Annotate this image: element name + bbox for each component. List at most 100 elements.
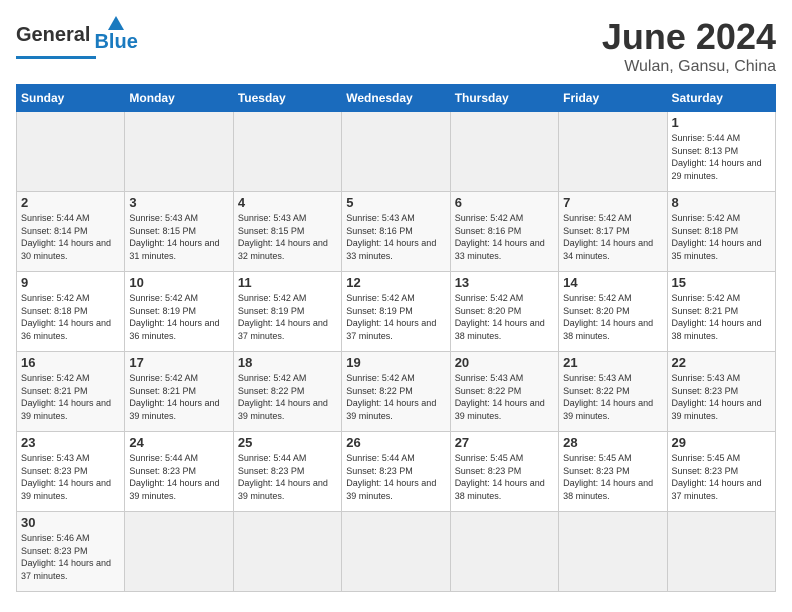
- day-info: Sunrise: 5:42 AMSunset: 8:21 PMDaylight:…: [672, 292, 771, 342]
- day-number: 20: [455, 355, 554, 370]
- day-info: Sunrise: 5:43 AMSunset: 8:22 PMDaylight:…: [455, 372, 554, 422]
- logo-general-text: General: [16, 24, 90, 47]
- weekday-header-saturday: Saturday: [667, 85, 775, 112]
- day-number: 21: [563, 355, 662, 370]
- calendar-cell: [17, 112, 125, 192]
- day-number: 19: [346, 355, 445, 370]
- logo: General Blue: [16, 16, 116, 59]
- calendar-week-6: 30Sunrise: 5:46 AMSunset: 8:23 PMDayligh…: [17, 512, 776, 592]
- day-info: Sunrise: 5:44 AMSunset: 8:23 PMDaylight:…: [129, 452, 228, 502]
- calendar-cell: 14 Sunrise: 5:42 AMSunset: 8:20 PMDayligh…: [559, 272, 667, 352]
- day-info: Sunrise: 5:42 AMSunset: 8:19 PMDaylight:…: [346, 292, 445, 342]
- day-info: Sunrise: 5:43 AMSunset: 8:22 PMDaylight:…: [563, 372, 662, 422]
- weekday-header-sunday: Sunday: [17, 85, 125, 112]
- calendar-cell: 3 Sunrise: 5:43 AMSunset: 8:15 PMDaylight…: [125, 192, 233, 272]
- calendar-cell: 16Sunrise: 5:42 AMSunset: 8:21 PMDayligh…: [17, 352, 125, 432]
- title-area: June 2024 Wulan, Gansu, China: [602, 16, 776, 76]
- day-number: 2: [21, 195, 120, 210]
- calendar-week-4: 16 Sunrise: 5:42 AMSunset: 8:21 PMDayligh…: [17, 352, 776, 432]
- calendar-cell: 15 Sunrise: 5:42 AMSunset: 8:21 PMDayligh…: [667, 272, 775, 352]
- day-info: Sunrise: 5:42 AMSunset: 8:20 PMDaylight:…: [455, 292, 554, 342]
- calendar-cell: [342, 112, 450, 192]
- day-number: 29: [672, 435, 771, 450]
- calendar-cell: 21 Sunrise: 5:43 AMSunset: 8:22 PMDayligh…: [559, 352, 667, 432]
- day-number: 4: [238, 195, 337, 210]
- calendar-cell: [667, 512, 775, 592]
- day-number: 3: [129, 195, 228, 210]
- calendar-cell: 12 Sunrise: 5:42 AMSunset: 8:19 PMDayligh…: [342, 272, 450, 352]
- day-info: Sunrise: 5:42 AMSunset: 8:20 PMDaylight:…: [563, 292, 662, 342]
- weekday-header-thursday: Thursday: [450, 85, 558, 112]
- calendar-cell: 29 Sunrise: 5:45 AMSunset: 8:23 PMDayligh…: [667, 432, 775, 512]
- day-number: 16: [21, 355, 120, 370]
- day-info: Sunrise: 5:42 AMSunset: 8:21 PMDaylight:…: [129, 372, 228, 422]
- calendar-cell: [125, 512, 233, 592]
- calendar-cell: [450, 112, 558, 192]
- calendar-cell: 22Sunrise: 5:43 AMSunset: 8:23 PMDayligh…: [667, 352, 775, 432]
- day-info: Sunrise: 5:42 AMSunset: 8:22 PMDaylight:…: [238, 372, 337, 422]
- day-info: Sunrise: 5:42 AMSunset: 8:19 PMDaylight:…: [129, 292, 228, 342]
- weekday-header-tuesday: Tuesday: [233, 85, 341, 112]
- day-info: Sunrise: 5:42 AMSunset: 8:16 PMDaylight:…: [455, 212, 554, 262]
- calendar-cell: 5 Sunrise: 5:43 AMSunset: 8:16 PMDaylight…: [342, 192, 450, 272]
- day-info: Sunrise: 5:42 AMSunset: 8:18 PMDaylight:…: [21, 292, 120, 342]
- day-number: 15: [672, 275, 771, 290]
- day-number: 26: [346, 435, 445, 450]
- calendar-cell: [559, 512, 667, 592]
- page-header: General Blue June 2024 Wulan, Gansu, Chi…: [16, 16, 776, 76]
- day-number: 18: [238, 355, 337, 370]
- day-info: Sunrise: 5:43 AMSunset: 8:15 PMDaylight:…: [129, 212, 228, 262]
- day-info: Sunrise: 5:44 AMSunset: 8:23 PMDaylight:…: [346, 452, 445, 502]
- calendar-table: SundayMondayTuesdayWednesdayThursdayFrid…: [16, 84, 776, 592]
- calendar-cell: 18 Sunrise: 5:42 AMSunset: 8:22 PMDayligh…: [233, 352, 341, 432]
- calendar-cell: 24Sunrise: 5:44 AMSunset: 8:23 PMDayligh…: [125, 432, 233, 512]
- location-title: Wulan, Gansu, China: [602, 58, 776, 76]
- day-info: Sunrise: 5:45 AMSunset: 8:23 PMDaylight:…: [672, 452, 771, 502]
- day-number: 11: [238, 275, 337, 290]
- calendar-cell: [125, 112, 233, 192]
- day-number: 5: [346, 195, 445, 210]
- calendar-cell: 2 Sunrise: 5:44 AMSunset: 8:14 PMDaylight…: [17, 192, 125, 272]
- calendar-cell: 20 Sunrise: 5:43 AMSunset: 8:22 PMDayligh…: [450, 352, 558, 432]
- calendar-cell: 28 Sunrise: 5:45 AMSunset: 8:23 PMDayligh…: [559, 432, 667, 512]
- day-number: 27: [455, 435, 554, 450]
- weekday-header-row: SundayMondayTuesdayWednesdayThursdayFrid…: [17, 85, 776, 112]
- calendar-cell: [233, 112, 341, 192]
- calendar-cell: 26 Sunrise: 5:44 AMSunset: 8:23 PMDayligh…: [342, 432, 450, 512]
- calendar-week-5: 23Sunrise: 5:43 AMSunset: 8:23 PMDayligh…: [17, 432, 776, 512]
- day-number: 12: [346, 275, 445, 290]
- weekday-header-monday: Monday: [125, 85, 233, 112]
- calendar-cell: 11 Sunrise: 5:42 AMSunset: 8:19 PMDayligh…: [233, 272, 341, 352]
- day-info: Sunrise: 5:43 AMSunset: 8:16 PMDaylight:…: [346, 212, 445, 262]
- day-number: 23: [21, 435, 120, 450]
- weekday-header-wednesday: Wednesday: [342, 85, 450, 112]
- calendar-cell: 7Sunrise: 5:42 AMSunset: 8:17 PMDaylight…: [559, 192, 667, 272]
- day-number: 17: [129, 355, 228, 370]
- calendar-week-3: 9Sunrise: 5:42 AMSunset: 8:18 PMDaylight…: [17, 272, 776, 352]
- calendar-cell: 4 Sunrise: 5:43 AMSunset: 8:15 PMDaylight…: [233, 192, 341, 272]
- day-info: Sunrise: 5:44 AMSunset: 8:13 PMDaylight:…: [672, 132, 771, 182]
- day-info: Sunrise: 5:42 AMSunset: 8:22 PMDaylight:…: [346, 372, 445, 422]
- calendar-cell: [342, 512, 450, 592]
- day-info: Sunrise: 5:43 AMSunset: 8:23 PMDaylight:…: [672, 372, 771, 422]
- day-info: Sunrise: 5:43 AMSunset: 8:15 PMDaylight:…: [238, 212, 337, 262]
- day-info: Sunrise: 5:42 AMSunset: 8:19 PMDaylight:…: [238, 292, 337, 342]
- calendar-cell: 8 Sunrise: 5:42 AMSunset: 8:18 PMDaylight…: [667, 192, 775, 272]
- day-number: 28: [563, 435, 662, 450]
- weekday-header-friday: Friday: [559, 85, 667, 112]
- calendar-cell: [233, 512, 341, 592]
- calendar-cell: 25Sunrise: 5:44 AMSunset: 8:23 PMDayligh…: [233, 432, 341, 512]
- day-info: Sunrise: 5:44 AMSunset: 8:14 PMDaylight:…: [21, 212, 120, 262]
- day-number: 8: [672, 195, 771, 210]
- day-number: 13: [455, 275, 554, 290]
- calendar-cell: 6Sunrise: 5:42 AMSunset: 8:16 PMDaylight…: [450, 192, 558, 272]
- day-number: 14: [563, 275, 662, 290]
- day-number: 30: [21, 515, 120, 530]
- day-info: Sunrise: 5:45 AMSunset: 8:23 PMDaylight:…: [563, 452, 662, 502]
- day-number: 7: [563, 195, 662, 210]
- calendar-cell: 23Sunrise: 5:43 AMSunset: 8:23 PMDayligh…: [17, 432, 125, 512]
- day-info: Sunrise: 5:44 AMSunset: 8:23 PMDaylight:…: [238, 452, 337, 502]
- calendar-cell: 17 Sunrise: 5:42 AMSunset: 8:21 PMDayligh…: [125, 352, 233, 432]
- calendar-cell: [450, 512, 558, 592]
- day-info: Sunrise: 5:42 AMSunset: 8:18 PMDaylight:…: [672, 212, 771, 262]
